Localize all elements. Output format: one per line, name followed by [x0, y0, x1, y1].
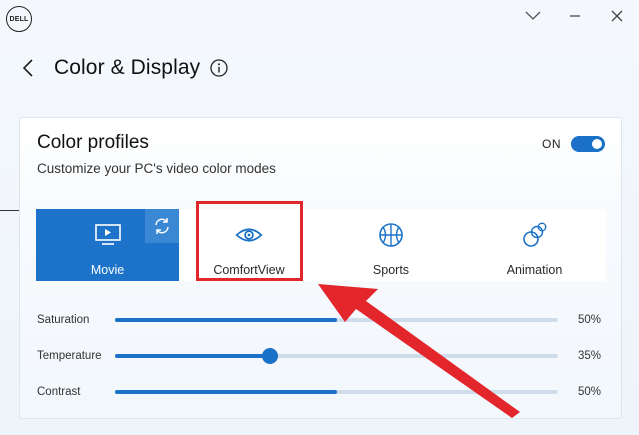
- monitor-play-icon: [94, 221, 122, 249]
- saturation-fill: [115, 318, 337, 322]
- profile-label: Sports: [372, 263, 410, 277]
- close-icon[interactable]: [609, 8, 625, 24]
- profile-label: ComfortView: [213, 263, 285, 277]
- temperature-fill: [115, 354, 270, 358]
- temperature-thumb[interactable]: [262, 348, 278, 364]
- page-header: Color & Display: [20, 56, 228, 80]
- refresh-icon[interactable]: [145, 209, 179, 243]
- profiles-toggle[interactable]: [571, 136, 605, 152]
- dell-logo: DELL: [6, 6, 32, 32]
- logo-text: DELL: [9, 15, 29, 23]
- info-icon[interactable]: [210, 59, 228, 77]
- profile-list: Movie ComfortView Sports Animation: [36, 209, 606, 281]
- slider-contrast: Contrast 50%: [37, 383, 607, 401]
- slider-value: 50%: [577, 386, 601, 398]
- slider-label: Saturation: [37, 314, 90, 326]
- minimize-icon[interactable]: [567, 8, 583, 24]
- profiles-toggle-group: ON: [542, 136, 605, 152]
- slider-value: 50%: [577, 314, 601, 326]
- slider-label: Contrast: [37, 386, 81, 398]
- slider-saturation: Saturation 50%: [37, 311, 607, 329]
- card-title: Color profiles: [37, 132, 149, 153]
- color-profiles-card: Color profiles Customize your PC's video…: [19, 117, 622, 419]
- page-title: Color & Display: [54, 56, 201, 79]
- slider-temperature: Temperature 35%: [37, 347, 607, 365]
- back-arrow-icon[interactable]: [20, 58, 36, 78]
- profile-animation[interactable]: Animation: [463, 209, 606, 281]
- toggle-label: ON: [542, 137, 561, 151]
- saturation-track[interactable]: [115, 318, 558, 322]
- contrast-track[interactable]: [115, 390, 558, 394]
- slider-label: Temperature: [37, 350, 102, 362]
- temperature-track[interactable]: [115, 348, 558, 364]
- profile-comfortview[interactable]: ComfortView: [179, 209, 319, 281]
- profile-sports[interactable]: Sports: [319, 209, 463, 281]
- slider-value: 35%: [577, 350, 601, 362]
- window-controls: [525, 8, 625, 24]
- profile-label: Animation: [506, 263, 563, 277]
- toggle-knob: [592, 139, 602, 149]
- card-subtitle: Customize your PC's video color modes: [37, 161, 276, 176]
- basketball-icon: [377, 221, 405, 249]
- eye-icon: [235, 221, 263, 249]
- contrast-fill: [115, 390, 337, 394]
- profile-label: Movie: [90, 263, 125, 277]
- profile-movie[interactable]: Movie: [36, 209, 179, 281]
- animation-circles-icon: [521, 221, 549, 249]
- chevron-down-icon[interactable]: [525, 8, 541, 24]
